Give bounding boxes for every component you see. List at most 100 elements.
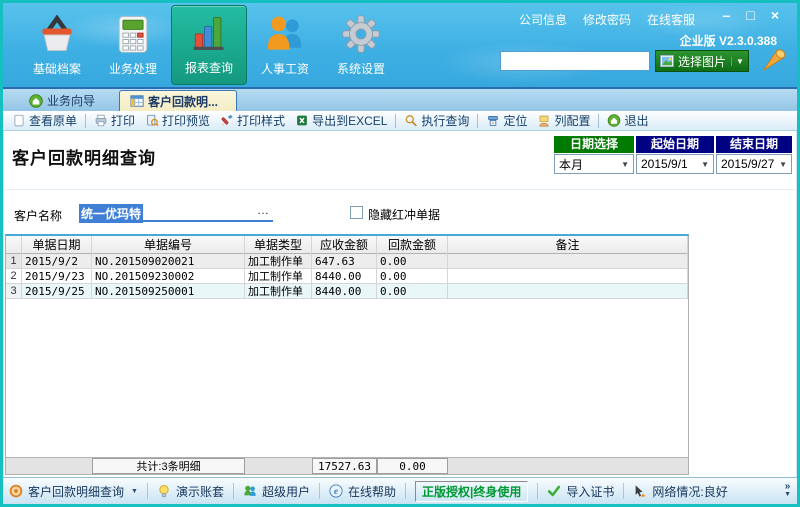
customer-lookup-button[interactable]: …	[257, 203, 269, 217]
banner-search-input[interactable]	[500, 51, 650, 71]
home-icon	[29, 94, 43, 108]
pen-icon	[220, 114, 234, 127]
cell-received: 0.00	[377, 254, 448, 269]
view-original-button[interactable]: 查看原单	[7, 112, 82, 130]
calculator-icon	[111, 12, 155, 56]
row-number-header	[6, 236, 22, 254]
cell-receivable: 8440.00	[312, 269, 377, 284]
nav-item-report-query[interactable]: 报表查询	[171, 5, 247, 85]
customer-name-field[interactable]: 统一优玛特 …	[79, 202, 273, 222]
current-view-label: 客户回款明细查询	[28, 483, 124, 500]
date-mode-select[interactable]: 本月 ▼	[554, 154, 634, 174]
run-query-button[interactable]: 执行查询	[399, 112, 474, 130]
column-header[interactable]: 应收金额	[312, 236, 377, 254]
table-row[interactable]: 1 2015/9/2 NO.201509020021 加工制作单 647.63 …	[6, 254, 688, 269]
locate-icon	[486, 114, 500, 127]
start-date-select[interactable]: 2015/9/1 ▼	[636, 154, 714, 174]
start-date-value: 2015/9/1	[641, 157, 688, 171]
button-label: 定位	[503, 112, 527, 129]
summary-count: 共计:3条明细	[92, 458, 245, 474]
document-tabbar: 业务向导 客户回款明...	[3, 87, 797, 111]
toolbar-separator	[395, 114, 396, 128]
cursor-network-icon	[633, 484, 647, 498]
status-separator	[233, 483, 234, 499]
hide-red-checkbox[interactable]	[350, 206, 363, 219]
network-status-item: 网络情况:良好	[633, 483, 727, 500]
super-user-item[interactable]: 超级用户	[243, 483, 310, 500]
select-image-button[interactable]: 选择图片 ▼	[655, 50, 749, 72]
column-header[interactable]: 备注	[448, 236, 688, 254]
button-label: 导出到EXCEL	[312, 112, 387, 129]
page-title: 客户回款明细查询	[12, 144, 156, 169]
button-label: 打印	[111, 112, 135, 129]
horn-icon[interactable]	[758, 45, 788, 75]
toolbar-separator	[598, 114, 599, 128]
table-row[interactable]: 2 2015/9/23 NO.201509230002 加工制作单 8440.0…	[6, 269, 688, 284]
cell-receivable: 8440.00	[312, 284, 377, 299]
home-exit-icon	[607, 114, 621, 127]
column-config-button[interactable]: 列配置	[532, 112, 595, 130]
column-header[interactable]: 单据类型	[245, 236, 312, 254]
chevron-down-icon[interactable]: ▼	[731, 57, 744, 66]
table-row[interactable]: 3 2015/9/25 NO.201509250001 加工制作单 8440.0…	[6, 284, 688, 299]
tab-label: 客户回款明...	[148, 93, 218, 110]
chevron-down-icon: ▼	[784, 491, 791, 499]
print-button[interactable]: 打印	[89, 112, 140, 130]
status-separator	[147, 483, 148, 499]
change-password-link[interactable]: 修改密码	[583, 11, 631, 28]
cell-note	[448, 284, 688, 299]
online-service-link[interactable]: 在线客服	[647, 11, 695, 28]
nav-item-system-settings[interactable]: 系统设置	[323, 5, 399, 85]
demo-account-item[interactable]: 演示账套	[157, 483, 224, 500]
browser-e-icon: e	[329, 484, 343, 498]
maximize-button[interactable]: □	[746, 7, 754, 23]
tab-business-wizard[interactable]: 业务向导	[19, 90, 105, 111]
online-help-item[interactable]: e 在线帮助	[329, 483, 396, 500]
check-icon	[547, 484, 561, 498]
printer-icon	[94, 114, 108, 127]
end-date-header: 结束日期	[716, 136, 792, 153]
locate-button[interactable]: 定位	[481, 112, 532, 130]
online-help-label: 在线帮助	[348, 483, 396, 500]
users-icon	[243, 484, 257, 498]
toolbar-separator	[85, 114, 86, 128]
summary-spacer	[448, 458, 688, 474]
column-header[interactable]: 回款金额	[377, 236, 448, 254]
chevron-down-icon: ▼	[621, 160, 629, 169]
column-header[interactable]: 单据日期	[22, 236, 92, 254]
nav-item-business-process[interactable]: 业务处理	[95, 5, 171, 85]
end-date-select[interactable]: 2015/9/27 ▼	[716, 154, 792, 174]
import-certificate-item[interactable]: 导入证书	[547, 483, 614, 500]
exit-button[interactable]: 退出	[602, 112, 653, 130]
tab-customer-payment[interactable]: 客户回款明...	[119, 90, 237, 111]
super-user-label: 超级用户	[262, 483, 310, 500]
nav-item-hr-payroll[interactable]: 人事工资	[247, 5, 323, 85]
date-filter: 日期选择 本月 ▼ 起始日期 2015/9/1 ▼ 结束日期 2015/9/27…	[554, 136, 792, 174]
chevron-down-icon: ▼	[779, 160, 787, 169]
minimize-button[interactable]: –	[723, 7, 731, 23]
summary-received-total: 0.00	[377, 458, 448, 474]
column-header[interactable]: 单据编号	[92, 236, 245, 254]
license-badge: 正版授权|终身使用	[415, 481, 528, 502]
report-content: 客户回款明细查询 日期选择 本月 ▼ 起始日期 2015/9/1 ▼ 结束日期	[3, 131, 797, 480]
chevron-down-icon: ▼	[131, 488, 138, 495]
export-excel-button[interactable]: 导出到EXCEL	[290, 112, 392, 130]
cell-note	[448, 269, 688, 284]
print-style-button[interactable]: 打印样式	[215, 112, 290, 130]
row-number: 3	[6, 284, 22, 299]
query-criteria-panel: 客户名称 统一优玛特 … 隐藏红冲单据	[5, 189, 795, 234]
statusbar-overflow-button[interactable]: » ▼	[784, 483, 791, 499]
print-preview-button[interactable]: 打印预览	[140, 112, 215, 130]
nav-item-basic-files[interactable]: 基础档案	[19, 5, 95, 85]
close-button[interactable]: ×	[771, 7, 779, 23]
button-label: 退出	[624, 112, 648, 129]
status-bar: 客户回款明细查询 ▼ 演示账套 超级用户 e	[3, 477, 797, 504]
current-view-menu[interactable]: 客户回款明细查询 ▼	[9, 483, 138, 500]
excel-icon	[295, 114, 309, 127]
network-status-label: 网络情况:良好	[652, 483, 727, 500]
customer-name-label: 客户名称	[14, 207, 62, 224]
cell-date: 2015/9/23	[22, 269, 92, 284]
company-info-link[interactable]: 公司信息	[519, 11, 567, 28]
import-certificate-label: 导入证书	[566, 483, 614, 500]
grid-empty-area	[6, 299, 688, 457]
